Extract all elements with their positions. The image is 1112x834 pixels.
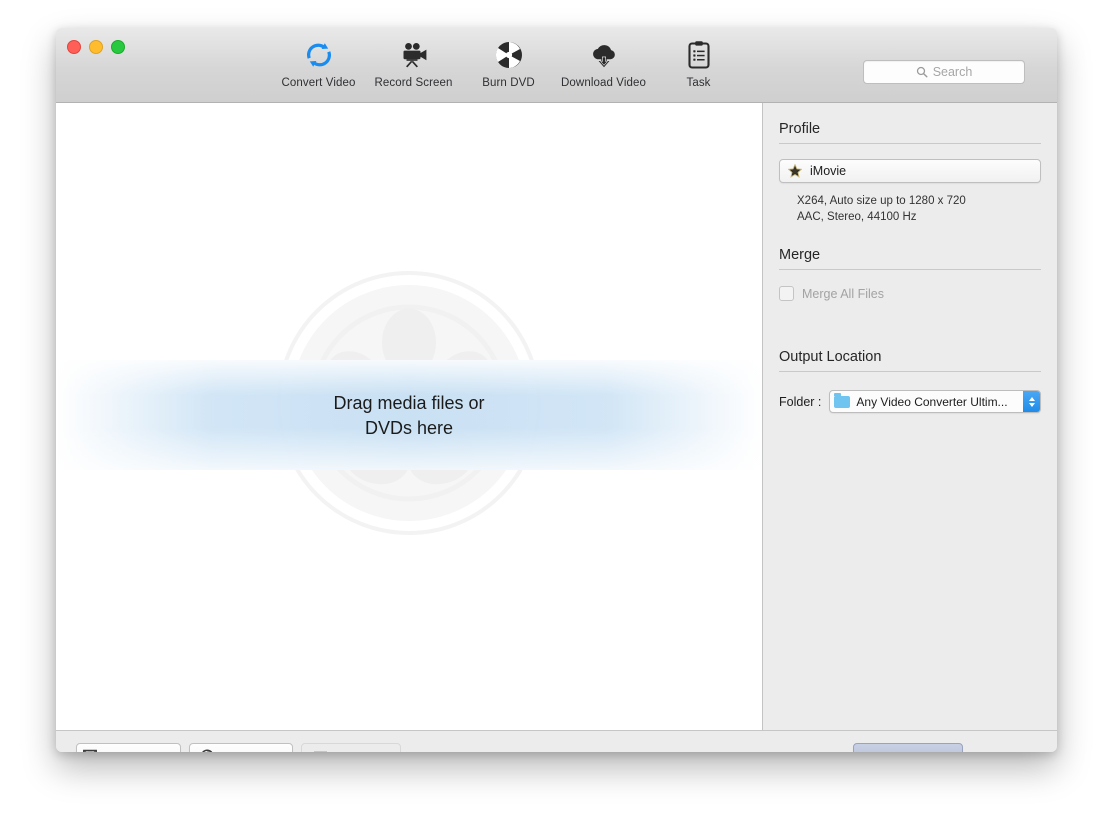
- remove-list-icon: [314, 750, 328, 752]
- toolbar-item-label: Task: [686, 77, 711, 89]
- screen: Convert Video Record Screen Burn DVD Dow…: [0, 0, 1112, 834]
- merge-all-files-row[interactable]: Merge All Files: [779, 286, 1041, 301]
- folder-label: Folder :: [779, 394, 822, 409]
- close-button[interactable]: [67, 40, 81, 54]
- profile-select-button[interactable]: iMovie: [779, 159, 1041, 183]
- folder-stepper[interactable]: [1023, 391, 1040, 412]
- add-dvd-label: Add DVD: [225, 750, 281, 753]
- output-folder-value: Any Video Converter Ultim...: [856, 394, 1008, 409]
- merge-all-files-checkbox[interactable]: [779, 286, 794, 301]
- toolbar-item-burn-dvd[interactable]: Burn DVD: [461, 36, 556, 89]
- download-video-icon: [588, 38, 620, 72]
- toolbar: Convert Video Record Screen Burn DVD Dow…: [271, 36, 746, 89]
- toolbar-item-task[interactable]: Task: [651, 36, 746, 89]
- toolbar-item-record-screen[interactable]: Record Screen: [366, 36, 461, 89]
- convert-video-icon: [304, 38, 334, 72]
- output-location-section: Output Location Folder : Any Video Conve…: [763, 301, 1057, 413]
- add-disc-icon: [202, 749, 213, 752]
- toolbar-item-label: Download Video: [561, 77, 646, 89]
- add-film-icon: [83, 749, 98, 752]
- toolbar-item-label: Record Screen: [374, 77, 453, 89]
- app-window: Convert Video Record Screen Burn DVD Dow…: [56, 28, 1057, 752]
- profile-video-spec: X264, Auto size up to 1280 x 720: [797, 195, 966, 207]
- imovie-star-icon: [788, 164, 802, 178]
- add-files-button[interactable]: Add File(s): [76, 743, 181, 752]
- section-divider: [779, 143, 1041, 144]
- profile-section: Profile iMovie X264, Auto size up to 128…: [763, 103, 1057, 225]
- section-divider: [779, 269, 1041, 270]
- profile-section-title: Profile: [779, 121, 821, 137]
- output-folder-row: Folder : Any Video Converter Ultim...: [779, 390, 1041, 413]
- media-drop-zone[interactable]: Drag media files or DVDs here: [56, 103, 762, 730]
- toolbar-item-label: Burn DVD: [482, 77, 535, 89]
- add-files-label: Add File(s): [108, 750, 173, 753]
- search-field[interactable]: Search: [863, 60, 1025, 84]
- output-folder-select[interactable]: Any Video Converter Ultim...: [829, 390, 1041, 413]
- search-placeholder: Search: [932, 65, 973, 79]
- window-controls: [67, 40, 125, 54]
- content-area: Drag media files or DVDs here Profile iM…: [56, 103, 1057, 730]
- toolbar-item-convert-video[interactable]: Convert Video: [271, 36, 366, 89]
- toolbar-item-label: Convert Video: [281, 77, 356, 89]
- titlebar: Convert Video Record Screen Burn DVD Dow…: [56, 28, 1057, 103]
- record-screen-icon: [398, 38, 430, 72]
- bottom-toolbar: Add File(s) Add DVD: [56, 730, 1057, 752]
- merge-section-title: Merge: [779, 247, 821, 263]
- merge-all-files-label: Merge All Files: [802, 286, 884, 301]
- remove-button[interactable]: Remove: [301, 743, 401, 752]
- drop-zone-hint: Drag media files or DVDs here: [56, 391, 762, 441]
- profile-selected-name: iMovie: [810, 164, 847, 178]
- minimize-button[interactable]: [89, 40, 103, 54]
- burn-dvd-icon: [494, 38, 524, 72]
- toolbar-item-download-video[interactable]: Download Video: [556, 36, 651, 89]
- output-section-title: Output Location: [779, 349, 882, 365]
- add-dvd-button[interactable]: Add DVD: [189, 743, 293, 752]
- convert-now-button[interactable]: Convert Now: [853, 743, 963, 752]
- search-icon: [916, 66, 928, 78]
- remove-label: Remove: [338, 750, 388, 753]
- task-icon: [686, 38, 712, 72]
- drop-hint-line-1: Drag media files or: [333, 393, 485, 413]
- section-divider: [779, 371, 1041, 372]
- profile-specs: X264, Auto size up to 1280 x 720 AAC, St…: [779, 193, 1041, 225]
- profile-audio-spec: AAC, Stereo, 44100 Hz: [797, 211, 917, 223]
- convert-now-label: Convert Now: [869, 750, 947, 752]
- chevron-down-icon: [1028, 402, 1035, 407]
- settings-sidebar: Profile iMovie X264, Auto size up to 128…: [762, 103, 1057, 730]
- merge-section: Merge Merge All Files: [763, 225, 1057, 301]
- zoom-button[interactable]: [111, 40, 125, 54]
- drop-hint-line-2: DVDs here: [364, 418, 454, 438]
- folder-icon: [834, 392, 851, 408]
- chevron-up-icon: [1028, 396, 1035, 401]
